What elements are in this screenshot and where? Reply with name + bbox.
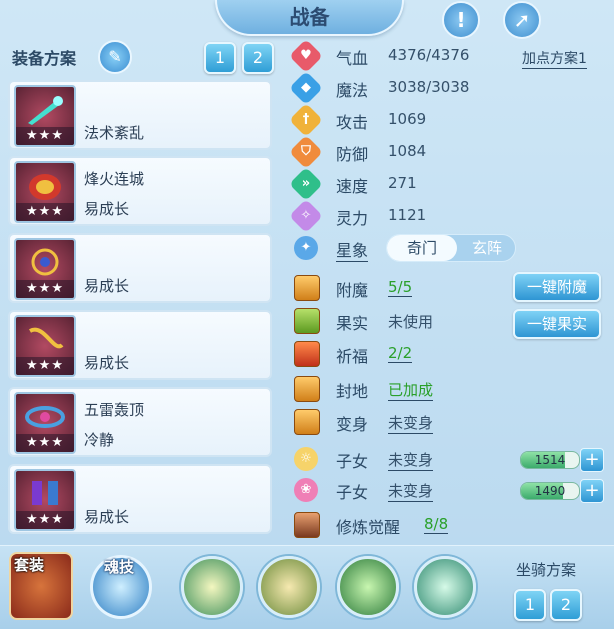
status-label: 修炼觉醒 [336,518,401,537]
mount-plan-tab-2[interactable]: 2 [550,589,582,621]
status-label: 祈福 [336,347,369,366]
exclamation-icon[interactable]: ! [442,1,480,39]
skill-slot-4[interactable] [414,556,476,618]
status-blessing: 祈福 2/2 [292,340,612,368]
equip-plan-label: 装备方案 [12,49,77,68]
status-value: 2/2 [388,344,413,363]
star-rating: ★★★ [16,434,74,452]
status-transform: 变身 未变身 [292,408,612,436]
stat-label: 防御 [336,145,369,164]
add-point-plan-link[interactable]: 加点方案1 [522,48,587,69]
stat-label: 魔法 [336,81,369,100]
equipment-effect: 冷静 [84,431,115,449]
child-1-plus-button[interactable]: + [580,448,604,472]
stat-label: 攻击 [336,113,369,132]
equipment-name: 烽火连城 [84,170,145,188]
mount-plan-tab-1[interactable]: 1 [514,589,546,621]
stat-value: 1084 [388,142,427,160]
enchant-all-button[interactable]: 一键附魔 [513,272,601,302]
set-label: 套装 [14,556,45,574]
status-value: 已加成 [388,381,434,401]
equipment-slot-4[interactable]: ★★★ 易成长 [8,310,272,380]
stat-attack: † 攻击 1069 [289,103,612,137]
chain-icon: ★★★ [14,315,76,377]
helmet-icon: ★★★ [14,161,76,223]
fruit-icon [294,308,320,334]
equipment-effect: 易成长 [84,200,130,218]
equip-plan-tab-1[interactable]: 1 [204,42,236,74]
stat-value: 1069 [388,110,427,128]
stat-mp: ◆ 魔法 3038/3038 [289,71,612,105]
xingxiang-toggle[interactable]: 奇门 玄阵 [386,234,516,262]
stat-value: 271 [388,174,417,192]
weapon-icon: ★★★ [14,85,76,147]
equipment-effect: 易成长 [84,508,130,526]
equipment-effect: 易成长 [84,354,130,372]
child-2-plus-button[interactable]: + [580,479,604,503]
belt-icon: ★★★ [14,392,76,454]
stat-label: 气血 [336,49,369,68]
fruit-all-button[interactable]: 一键果实 [513,309,601,339]
skill-slot-1[interactable] [181,556,243,618]
status-label: 附魔 [336,281,369,300]
stat-value: 1121 [388,206,427,224]
equipment-slot-6[interactable]: ★★★ 易成长 [8,464,272,534]
status-value: 8/8 [424,515,449,534]
equipment-slot-3[interactable]: ★★★ 易成长 [8,233,272,303]
equipment-slot-5[interactable]: ★★★ 五雷轰顶 冷静 [8,387,272,457]
child-1-bar: 1514 [520,451,580,469]
star-rating: ★★★ [16,357,74,375]
star-rating: ★★★ [16,511,74,529]
status-label: 封地 [336,382,369,401]
child-2-bar: 1490 [520,482,580,500]
enchant-icon [294,275,320,301]
share-icon[interactable]: ➚ [503,1,541,39]
blessing-icon [294,341,320,367]
status-value: 未变身 [388,414,434,434]
stat-value: 3038/3038 [388,78,470,96]
fief-icon [294,376,320,402]
equip-plan-header: 装备方案 ✎ 1 2 [8,40,278,74]
status-label: 变身 [336,415,369,434]
equip-plan-tab-2[interactable]: 2 [242,42,274,74]
equipment-name: 五雷轰顶 [84,401,145,419]
stat-label: 灵力 [336,209,369,228]
equipment-effect: 法术紊乱 [84,124,145,142]
status-value: 未变身 [388,482,434,502]
boots-icon: ★★★ [14,469,76,531]
xingxiang-option-xuanzhen[interactable]: 玄阵 [459,235,515,261]
equipment-slot-1[interactable]: ★★★ 法术紊乱 [8,80,272,150]
page-title: 战备 [215,0,404,36]
status-label: 子女 [336,452,369,471]
status-value: 未变身 [388,451,434,471]
necklace-icon: ★★★ [14,238,76,300]
equipment-effect: 易成长 [84,277,130,295]
skill-slot-3[interactable] [337,556,399,618]
child-2-bar-value: 1490 [534,484,566,498]
stat-spirit: ✧ 灵力 1121 [289,199,612,233]
soul-skill-label: 魂技 [104,558,135,576]
status-value: 未使用 [388,313,434,331]
status-value: 5/5 [388,278,413,297]
star-rating: ★★★ [16,127,74,145]
stat-speed: » 速度 271 [289,167,612,201]
status-cultivation: 修炼觉醒 8/8 [292,511,612,539]
child-1-bar-value: 1514 [534,453,566,467]
cultivation-icon [294,512,320,538]
xingxiang-label: 星象 [336,237,369,262]
stat-label: 速度 [336,177,369,196]
skill-slot-2[interactable] [258,556,320,618]
star-rating: ★★★ [16,203,74,221]
xingxiang-option-qimen[interactable]: 奇门 [387,235,457,261]
status-label: 子女 [336,483,369,502]
status-label: 果实 [336,314,369,333]
stat-defense: ⛉ 防御 1084 [289,135,612,169]
equipment-slot-2[interactable]: ★★★ 烽火连城 易成长 [8,156,272,226]
stat-value: 4376/4376 [388,46,470,64]
mount-plan-label: 坐骑方案 [516,561,577,579]
status-fief: 封地 已加成 [292,375,612,403]
pencil-icon[interactable]: ✎ [98,40,132,74]
star-rating: ★★★ [16,280,74,298]
transform-icon [294,409,320,435]
